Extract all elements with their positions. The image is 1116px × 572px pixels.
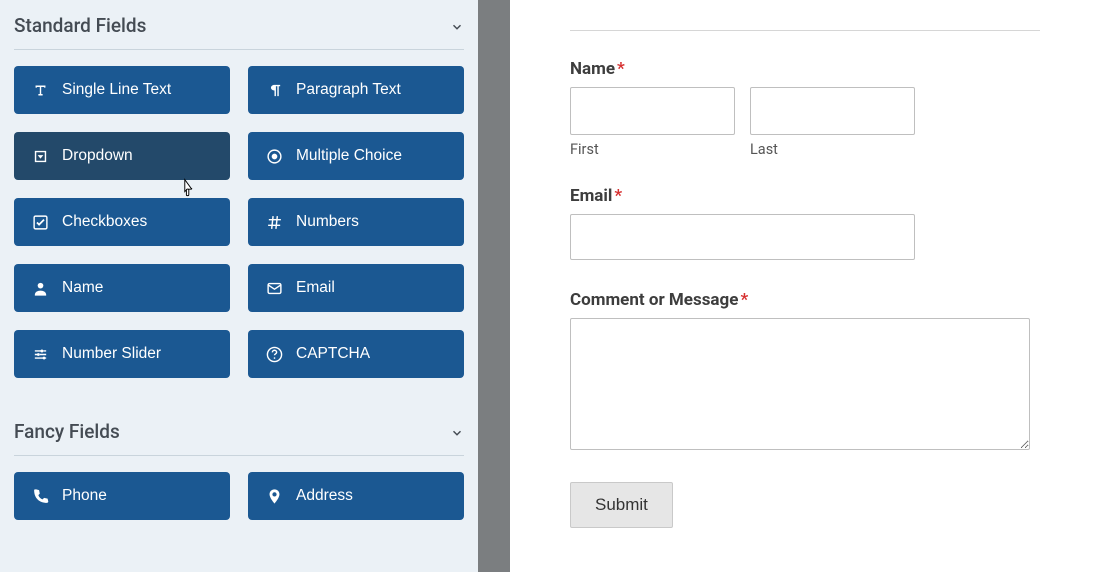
divider <box>14 455 464 456</box>
panel-divider[interactable] <box>478 0 510 572</box>
question-icon <box>266 346 283 363</box>
required-mark: * <box>614 186 622 206</box>
fancy-fields-grid: Phone Address <box>14 472 464 520</box>
dropdown-icon <box>32 148 49 165</box>
radio-icon <box>266 148 283 165</box>
envelope-icon <box>266 280 283 297</box>
divider <box>14 49 464 50</box>
field-label: Checkboxes <box>62 213 147 231</box>
field-label: Single Line Text <box>62 81 171 99</box>
field-single-line-text[interactable]: Single Line Text <box>14 66 230 114</box>
paragraph-icon <box>266 82 283 99</box>
field-label: Numbers <box>296 213 359 231</box>
first-name-input[interactable] <box>570 87 735 135</box>
field-label: Email <box>296 279 335 297</box>
field-email[interactable]: Email <box>248 264 464 312</box>
name-label: Name* <box>570 59 1050 79</box>
fancy-fields-title: Fancy Fields <box>14 420 120 443</box>
field-address[interactable]: Address <box>248 472 464 520</box>
fields-sidebar: Standard Fields Single Line Text Paragra… <box>0 0 478 572</box>
field-numbers[interactable]: Numbers <box>248 198 464 246</box>
required-mark: * <box>617 59 625 79</box>
field-label: Name <box>62 279 103 297</box>
field-name[interactable]: Name <box>14 264 230 312</box>
field-label: Number Slider <box>62 345 161 363</box>
email-input[interactable] <box>570 214 915 260</box>
message-textarea[interactable] <box>570 318 1030 450</box>
last-name-input[interactable] <box>750 87 915 135</box>
required-mark: * <box>740 290 748 310</box>
field-checkboxes[interactable]: Checkboxes <box>14 198 230 246</box>
last-name-sublabel: Last <box>750 141 915 158</box>
form-preview: Name* First Last Email* Comment or Messa… <box>570 0 1050 528</box>
field-label: Paragraph Text <box>296 81 401 99</box>
sliders-icon <box>32 346 49 363</box>
field-multiple-choice[interactable]: Multiple Choice <box>248 132 464 180</box>
field-captcha[interactable]: CAPTCHA <box>248 330 464 378</box>
chevron-down-icon <box>450 425 464 439</box>
user-icon <box>32 280 49 297</box>
standard-fields-grid: Single Line Text Paragraph Text Dropdown… <box>14 66 464 378</box>
field-number-slider[interactable]: Number Slider <box>14 330 230 378</box>
chevron-down-icon <box>450 19 464 33</box>
standard-fields-title: Standard Fields <box>14 14 146 37</box>
field-label: Address <box>296 487 353 505</box>
fancy-fields-header[interactable]: Fancy Fields <box>14 406 464 455</box>
phone-icon <box>32 488 49 505</box>
field-label: CAPTCHA <box>296 345 370 363</box>
field-phone[interactable]: Phone <box>14 472 230 520</box>
field-dropdown[interactable]: Dropdown <box>14 132 230 180</box>
pin-icon <box>266 488 283 505</box>
hash-icon <box>266 214 283 231</box>
standard-fields-header[interactable]: Standard Fields <box>14 0 464 49</box>
field-label: Multiple Choice <box>296 147 402 165</box>
checkbox-icon <box>32 214 49 231</box>
divider <box>570 30 1040 31</box>
field-label: Phone <box>62 487 107 505</box>
text-icon <box>32 82 49 99</box>
field-paragraph-text[interactable]: Paragraph Text <box>248 66 464 114</box>
field-label: Dropdown <box>62 147 133 165</box>
email-label: Email* <box>570 186 1050 206</box>
first-name-sublabel: First <box>570 141 735 158</box>
message-label: Comment or Message* <box>570 290 1050 310</box>
submit-button[interactable]: Submit <box>570 482 673 528</box>
